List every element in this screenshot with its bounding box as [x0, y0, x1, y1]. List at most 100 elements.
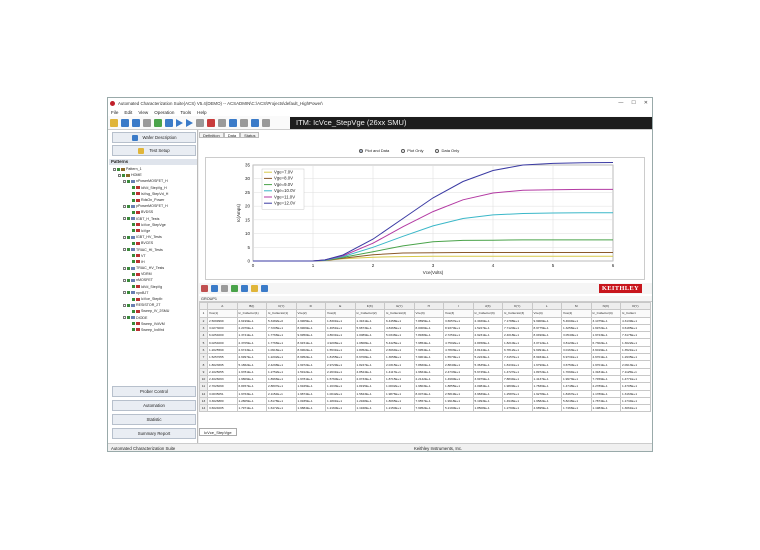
grid-cell[interactable]: 1.9763E+1: [236, 389, 267, 398]
column-header[interactable]: L: [531, 301, 562, 311]
grid-cell[interactable]: 4.9905E+1: [295, 316, 326, 325]
grid-cell[interactable]: 1.3163E+1: [620, 389, 651, 398]
checkbox-icon[interactable]: [127, 217, 130, 221]
grid-cell[interactable]: 3.0163E+1: [561, 345, 592, 355]
grid-cell[interactable]: 1.9781E+1: [236, 367, 267, 376]
grid-cell[interactable]: 1.9809E+1: [502, 382, 533, 391]
grid-cell[interactable]: 1.6972E+1: [590, 323, 621, 333]
grid-cell[interactable]: 1.8966E+1: [266, 374, 297, 384]
checkbox-icon[interactable]: [117, 167, 120, 171]
expand-icon[interactable]: [123, 179, 126, 183]
device-icon[interactable]: [165, 118, 173, 127]
grid-cell[interactable]: 1.4705E+1: [620, 382, 651, 391]
axis-settings-icon[interactable]: [231, 285, 238, 292]
grid-cell[interactable]: 1.7874E+1: [590, 396, 621, 406]
grid-cell[interactable]: Vce(4): [531, 309, 562, 318]
column-header[interactable]: M: [561, 301, 592, 311]
grid-cell[interactable]: Vce(2): [325, 309, 356, 318]
grid-cell[interactable]: 1.3256E+1: [561, 323, 592, 333]
view-icon[interactable]: [251, 118, 259, 127]
expand-icon[interactable]: [123, 316, 126, 320]
export-plot-icon[interactable]: [251, 285, 258, 292]
grid-cell[interactable]: 2.2076E+1: [236, 323, 267, 333]
grid-cell[interactable]: 8.9370E+1: [443, 323, 474, 333]
grid-cell[interactable]: Ic_Collector(3): [472, 309, 503, 318]
grid-cell[interactable]: Vce(3): [413, 309, 444, 318]
grid-cell[interactable]: 2.6743E+1: [236, 345, 267, 355]
test-setup-button[interactable]: Test Setup: [112, 145, 196, 156]
grid-cell[interactable]: 1.2805E+1: [236, 396, 267, 406]
save-icon[interactable]: [132, 118, 140, 127]
checkbox-icon[interactable]: [127, 278, 130, 282]
grid-cell[interactable]: 1.5843E+1: [354, 389, 385, 398]
export-icon[interactable]: [229, 118, 237, 127]
grid-cell[interactable]: 7.9952E+1: [413, 404, 444, 413]
grid-cell[interactable]: 1.8715E+1: [384, 374, 415, 384]
grid-cell[interactable]: 1.6790E+1: [531, 360, 562, 369]
grid-cell[interactable]: 1.3061E+1: [620, 404, 651, 413]
zoom-icon[interactable]: [221, 285, 228, 292]
grid-cell[interactable]: 1.5531E+1: [325, 345, 356, 355]
grid-cell[interactable]: 1.2150E+1: [384, 404, 415, 413]
grid-cell[interactable]: 1.9723E+1: [590, 331, 621, 340]
grid-cell[interactable]: 7.9901E+1: [413, 353, 444, 362]
save-plot-icon[interactable]: [261, 285, 268, 292]
grid-cell[interactable]: 1.4117E+1: [384, 367, 415, 376]
grid-cell[interactable]: 1.4771E+1: [620, 374, 651, 384]
wafer-description-button[interactable]: Wafer Description: [112, 132, 196, 143]
grid-cell[interactable]: Vce(2): [295, 309, 326, 318]
grid-cell[interactable]: 1.8178E+1: [266, 396, 297, 406]
grid-cell[interactable]: Ic_Collector(1): [266, 309, 297, 318]
grid-cell[interactable]: 5.6745E+1: [472, 367, 503, 376]
grid-cell[interactable]: 7.3176E+1: [620, 331, 651, 340]
menu-tools[interactable]: Tools: [180, 110, 191, 115]
grid-cell[interactable]: 3.6185E+1: [620, 323, 651, 333]
menu-operation[interactable]: Operation: [154, 110, 174, 115]
grid-cell[interactable]: 1.9582E+1: [531, 396, 562, 406]
grid-cell[interactable]: 1.8210E+1: [502, 338, 533, 347]
grid-cell[interactable]: 1.6472E+1: [266, 404, 297, 413]
grid-cell[interactable]: 1.2935E+1: [620, 353, 651, 362]
checkbox-icon[interactable]: [132, 229, 135, 233]
column-header[interactable]: H: [413, 301, 444, 311]
grid-cell[interactable]: 1.8052E+1: [354, 345, 385, 355]
grid-cell[interactable]: 9.9950E+1: [295, 331, 326, 340]
grid-cell[interactable]: 4.9206E+1: [325, 338, 356, 347]
expand-icon[interactable]: [113, 167, 116, 171]
grid-cell[interactable]: 1.4748E+1: [561, 382, 592, 391]
grid-cell[interactable]: 2.2631E+1: [325, 367, 356, 376]
grid-cell[interactable]: 2.4026093: [207, 374, 238, 384]
grid-cell[interactable]: 2.0733E+1: [354, 374, 385, 384]
grid-cell[interactable]: 7.9954E+1: [413, 345, 444, 355]
grid-cell[interactable]: 2.6664E+1: [384, 345, 415, 355]
column-header[interactable]: I: [443, 301, 474, 311]
menu-file[interactable]: File: [111, 110, 118, 115]
grid-cell[interactable]: 2.4018E+1: [502, 331, 533, 340]
checkbox-icon[interactable]: [122, 173, 125, 177]
column-header[interactable]: E: [325, 301, 356, 311]
grid-cell[interactable]: 1.5227E+1: [472, 323, 503, 333]
grid-cell[interactable]: 5.8246E+1: [561, 396, 592, 406]
grid-cell[interactable]: 1.4727E+1: [502, 367, 533, 376]
grid-cell[interactable]: 1.9884E+1: [295, 404, 326, 413]
grid-cell[interactable]: 2.8840E+1: [443, 360, 474, 369]
grid-cell[interactable]: 5.4604E+1: [561, 316, 592, 325]
grid-cell[interactable]: 1.2948E+1: [354, 396, 385, 406]
checkbox-icon[interactable]: [127, 303, 130, 307]
grid-cell[interactable]: 2.0315E+1: [384, 360, 415, 369]
run-icon[interactable]: [176, 118, 183, 127]
grid-cell[interactable]: 1.2025599: [207, 345, 238, 355]
grid-cell[interactable]: 1.9664E+1: [413, 367, 444, 376]
checkbox-icon[interactable]: [127, 248, 130, 252]
grid-cell[interactable]: 3.6019E+1: [590, 345, 621, 355]
grid-cell[interactable]: 1.8065E+1: [384, 396, 415, 406]
sheet-tab-icvce-stepvge[interactable]: IcVce_StepVge: [199, 428, 237, 436]
grid-cell[interactable]: 6.9731E+1: [561, 353, 592, 362]
checkbox-icon[interactable]: [127, 316, 130, 320]
checkbox-icon[interactable]: [132, 309, 135, 313]
grid-cell[interactable]: 3.1075E+1: [590, 316, 621, 325]
grid-cell[interactable]: 2.9729E+1: [325, 360, 356, 369]
grid-cell[interactable]: 6.4458E+1: [384, 316, 415, 325]
grid-cell[interactable]: 1.5570E+1: [443, 353, 474, 362]
maximize-button[interactable]: ☐: [631, 100, 635, 106]
